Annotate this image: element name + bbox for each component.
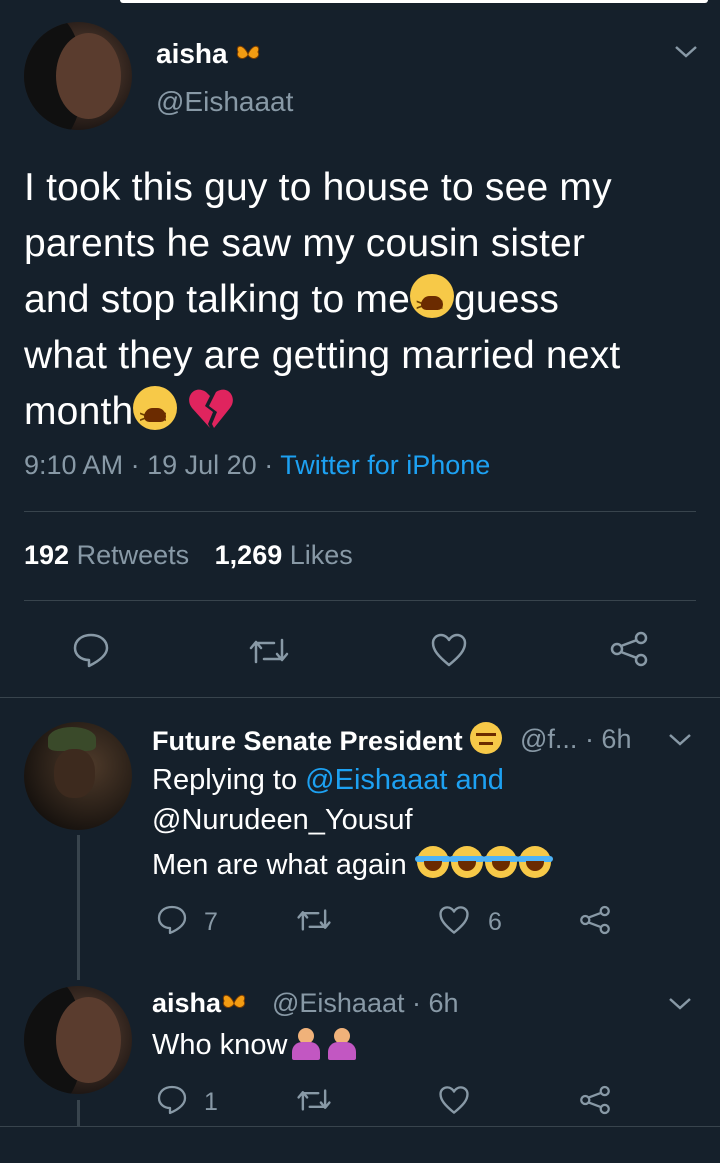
tweet-meta: 9:10 AM · 19 Jul 20 · Twitter for iPhone xyxy=(24,450,491,480)
reply-icon[interactable] xyxy=(156,1084,188,1116)
display-name[interactable]: aisha xyxy=(156,38,261,70)
tweet-text: I took this guy to house to see my paren… xyxy=(24,160,704,446)
handle[interactable]: @f... · 6h xyxy=(520,724,631,755)
avatar[interactable] xyxy=(24,986,132,1094)
unamused-face-emoji xyxy=(470,722,503,754)
share-icon[interactable] xyxy=(578,1084,612,1116)
divider xyxy=(0,697,720,698)
like-count: 6 xyxy=(488,908,502,936)
thread-line xyxy=(77,835,80,980)
handle[interactable]: @Eishaaat · 6h xyxy=(272,988,459,1019)
retweet-icon[interactable] xyxy=(296,1086,332,1114)
reply-text: Men are what again xyxy=(152,846,553,882)
retweet-icon[interactable] xyxy=(248,636,290,666)
share-icon[interactable] xyxy=(608,630,650,668)
replying-to: Replying to @Eishaaat and xyxy=(152,764,504,796)
reply-text: Who know xyxy=(152,1026,359,1062)
shrug-emoji xyxy=(289,1026,323,1060)
broken-heart-emoji xyxy=(189,389,234,428)
share-icon[interactable] xyxy=(578,904,612,936)
joy-emoji xyxy=(482,846,519,878)
chevron-down-icon[interactable] xyxy=(666,994,694,1014)
display-name[interactable]: aisha xyxy=(152,988,247,1019)
engagement-stats: 192 Retweets 1,269 Likes xyxy=(24,540,353,571)
handle[interactable]: @Eishaaat xyxy=(156,86,293,118)
avatar[interactable] xyxy=(24,22,132,130)
chevron-down-icon[interactable] xyxy=(666,730,694,750)
chevron-down-icon[interactable] xyxy=(672,42,700,62)
reply-count: 1 xyxy=(204,1088,218,1116)
reply-icon[interactable] xyxy=(72,632,110,668)
like-icon[interactable] xyxy=(438,1084,470,1116)
top-edge-bar xyxy=(120,0,708,3)
shrug-emoji xyxy=(325,1026,359,1060)
reply-icon[interactable] xyxy=(156,904,188,936)
divider xyxy=(0,1126,720,1127)
butterfly-icon xyxy=(237,45,260,59)
weary-face-emoji xyxy=(409,274,454,334)
divider xyxy=(24,511,696,512)
retweet-icon[interactable] xyxy=(296,906,332,934)
display-name[interactable]: Future Senate President xyxy=(152,722,503,757)
avatar[interactable] xyxy=(24,722,132,830)
butterfly-icon xyxy=(222,994,246,1008)
like-icon[interactable] xyxy=(430,632,468,668)
divider xyxy=(24,600,696,601)
source-link[interactable]: Twitter for iPhone xyxy=(280,450,490,480)
like-icon[interactable] xyxy=(438,904,470,936)
joy-emoji xyxy=(414,846,451,878)
replying-to-user[interactable]: @Nurudeen_Yousuf xyxy=(152,804,413,837)
thread-line xyxy=(77,1100,80,1126)
reply-count: 7 xyxy=(204,908,218,936)
joy-emoji xyxy=(448,846,485,878)
joy-emoji xyxy=(516,846,553,878)
retweets-stat[interactable]: 192 Retweets xyxy=(24,540,189,570)
weary-face-emoji xyxy=(133,386,178,446)
likes-stat[interactable]: 1,269 Likes xyxy=(215,540,353,570)
